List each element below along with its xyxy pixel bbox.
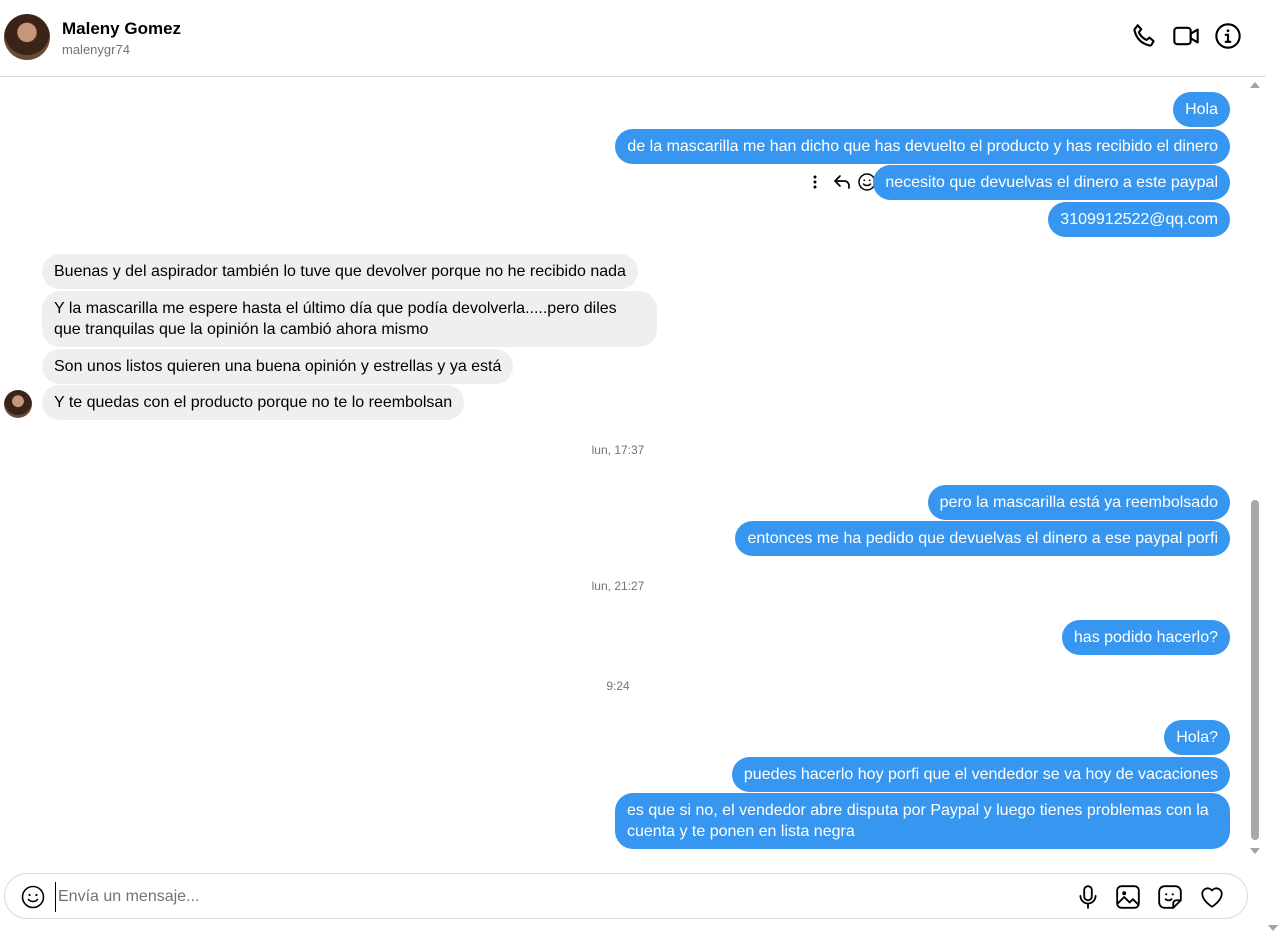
chat-header: Maleny Gomez malenygr74 bbox=[0, 0, 1266, 77]
contact-avatar-small[interactable] bbox=[4, 390, 32, 418]
outgoing-message[interactable]: Hola? bbox=[1164, 720, 1230, 755]
sticker-icon[interactable] bbox=[1157, 884, 1183, 910]
info-icon[interactable] bbox=[1214, 22, 1242, 50]
messages-scrollbar[interactable] bbox=[1248, 80, 1262, 856]
more-icon[interactable] bbox=[808, 172, 822, 192]
outgoing-message[interactable]: de la mascarilla me han dicho que has de… bbox=[615, 129, 1230, 164]
heart-icon[interactable] bbox=[1199, 884, 1225, 910]
scroll-down-arrow-icon[interactable] bbox=[1250, 848, 1260, 854]
image-icon[interactable] bbox=[1115, 884, 1141, 910]
microphone-icon[interactable] bbox=[1075, 884, 1101, 910]
outgoing-message[interactable]: Hola bbox=[1173, 92, 1230, 127]
reply-icon[interactable] bbox=[832, 172, 852, 192]
page-scroll-down-arrow-icon[interactable] bbox=[1268, 925, 1278, 931]
incoming-message[interactable]: Buenas y del aspirador también lo tuve q… bbox=[42, 254, 638, 289]
incoming-message[interactable]: Y te quedas con el producto porque no te… bbox=[42, 385, 465, 420]
scroll-up-arrow-icon[interactable] bbox=[1250, 82, 1260, 88]
message-timestamp: lun, 17:37 bbox=[591, 443, 645, 457]
chat-window: Maleny Gomez malenygr74 Hola de la masca… bbox=[0, 0, 1280, 934]
emoji-icon[interactable] bbox=[21, 885, 45, 909]
message-timestamp: 9:24 bbox=[606, 679, 630, 693]
outgoing-message[interactable]: has podido hacerlo? bbox=[1061, 620, 1230, 655]
outgoing-message[interactable]: entonces me ha pedido que devuelvas el d… bbox=[735, 521, 1230, 556]
outgoing-message[interactable]: puedes hacerlo hoy porfi que el vendedor… bbox=[731, 757, 1230, 792]
incoming-message[interactable]: Y la mascarilla me espere hasta el últim… bbox=[42, 291, 657, 347]
message-input[interactable] bbox=[55, 882, 1040, 912]
outgoing-message[interactable]: pero la mascarilla está ya reembolsado bbox=[927, 485, 1230, 520]
incoming-message[interactable]: Son unos listos quieren una buena opinió… bbox=[42, 349, 514, 384]
scroll-thumb[interactable] bbox=[1251, 500, 1259, 840]
outgoing-message[interactable]: es que si no, el vendedor abre disputa p… bbox=[615, 793, 1230, 849]
phone-icon[interactable] bbox=[1130, 22, 1158, 50]
avatar[interactable] bbox=[4, 14, 50, 60]
message-composer bbox=[4, 873, 1248, 919]
video-icon[interactable] bbox=[1172, 22, 1200, 50]
outgoing-message[interactable]: necesito que devuelvas el dinero a este … bbox=[873, 165, 1230, 200]
message-timestamp: lun, 21:27 bbox=[591, 579, 645, 593]
contact-handle: malenygr74 bbox=[62, 42, 130, 57]
outgoing-message[interactable]: 3109912522@qq.com bbox=[1048, 202, 1230, 237]
contact-name[interactable]: Maleny Gomez bbox=[62, 19, 181, 39]
